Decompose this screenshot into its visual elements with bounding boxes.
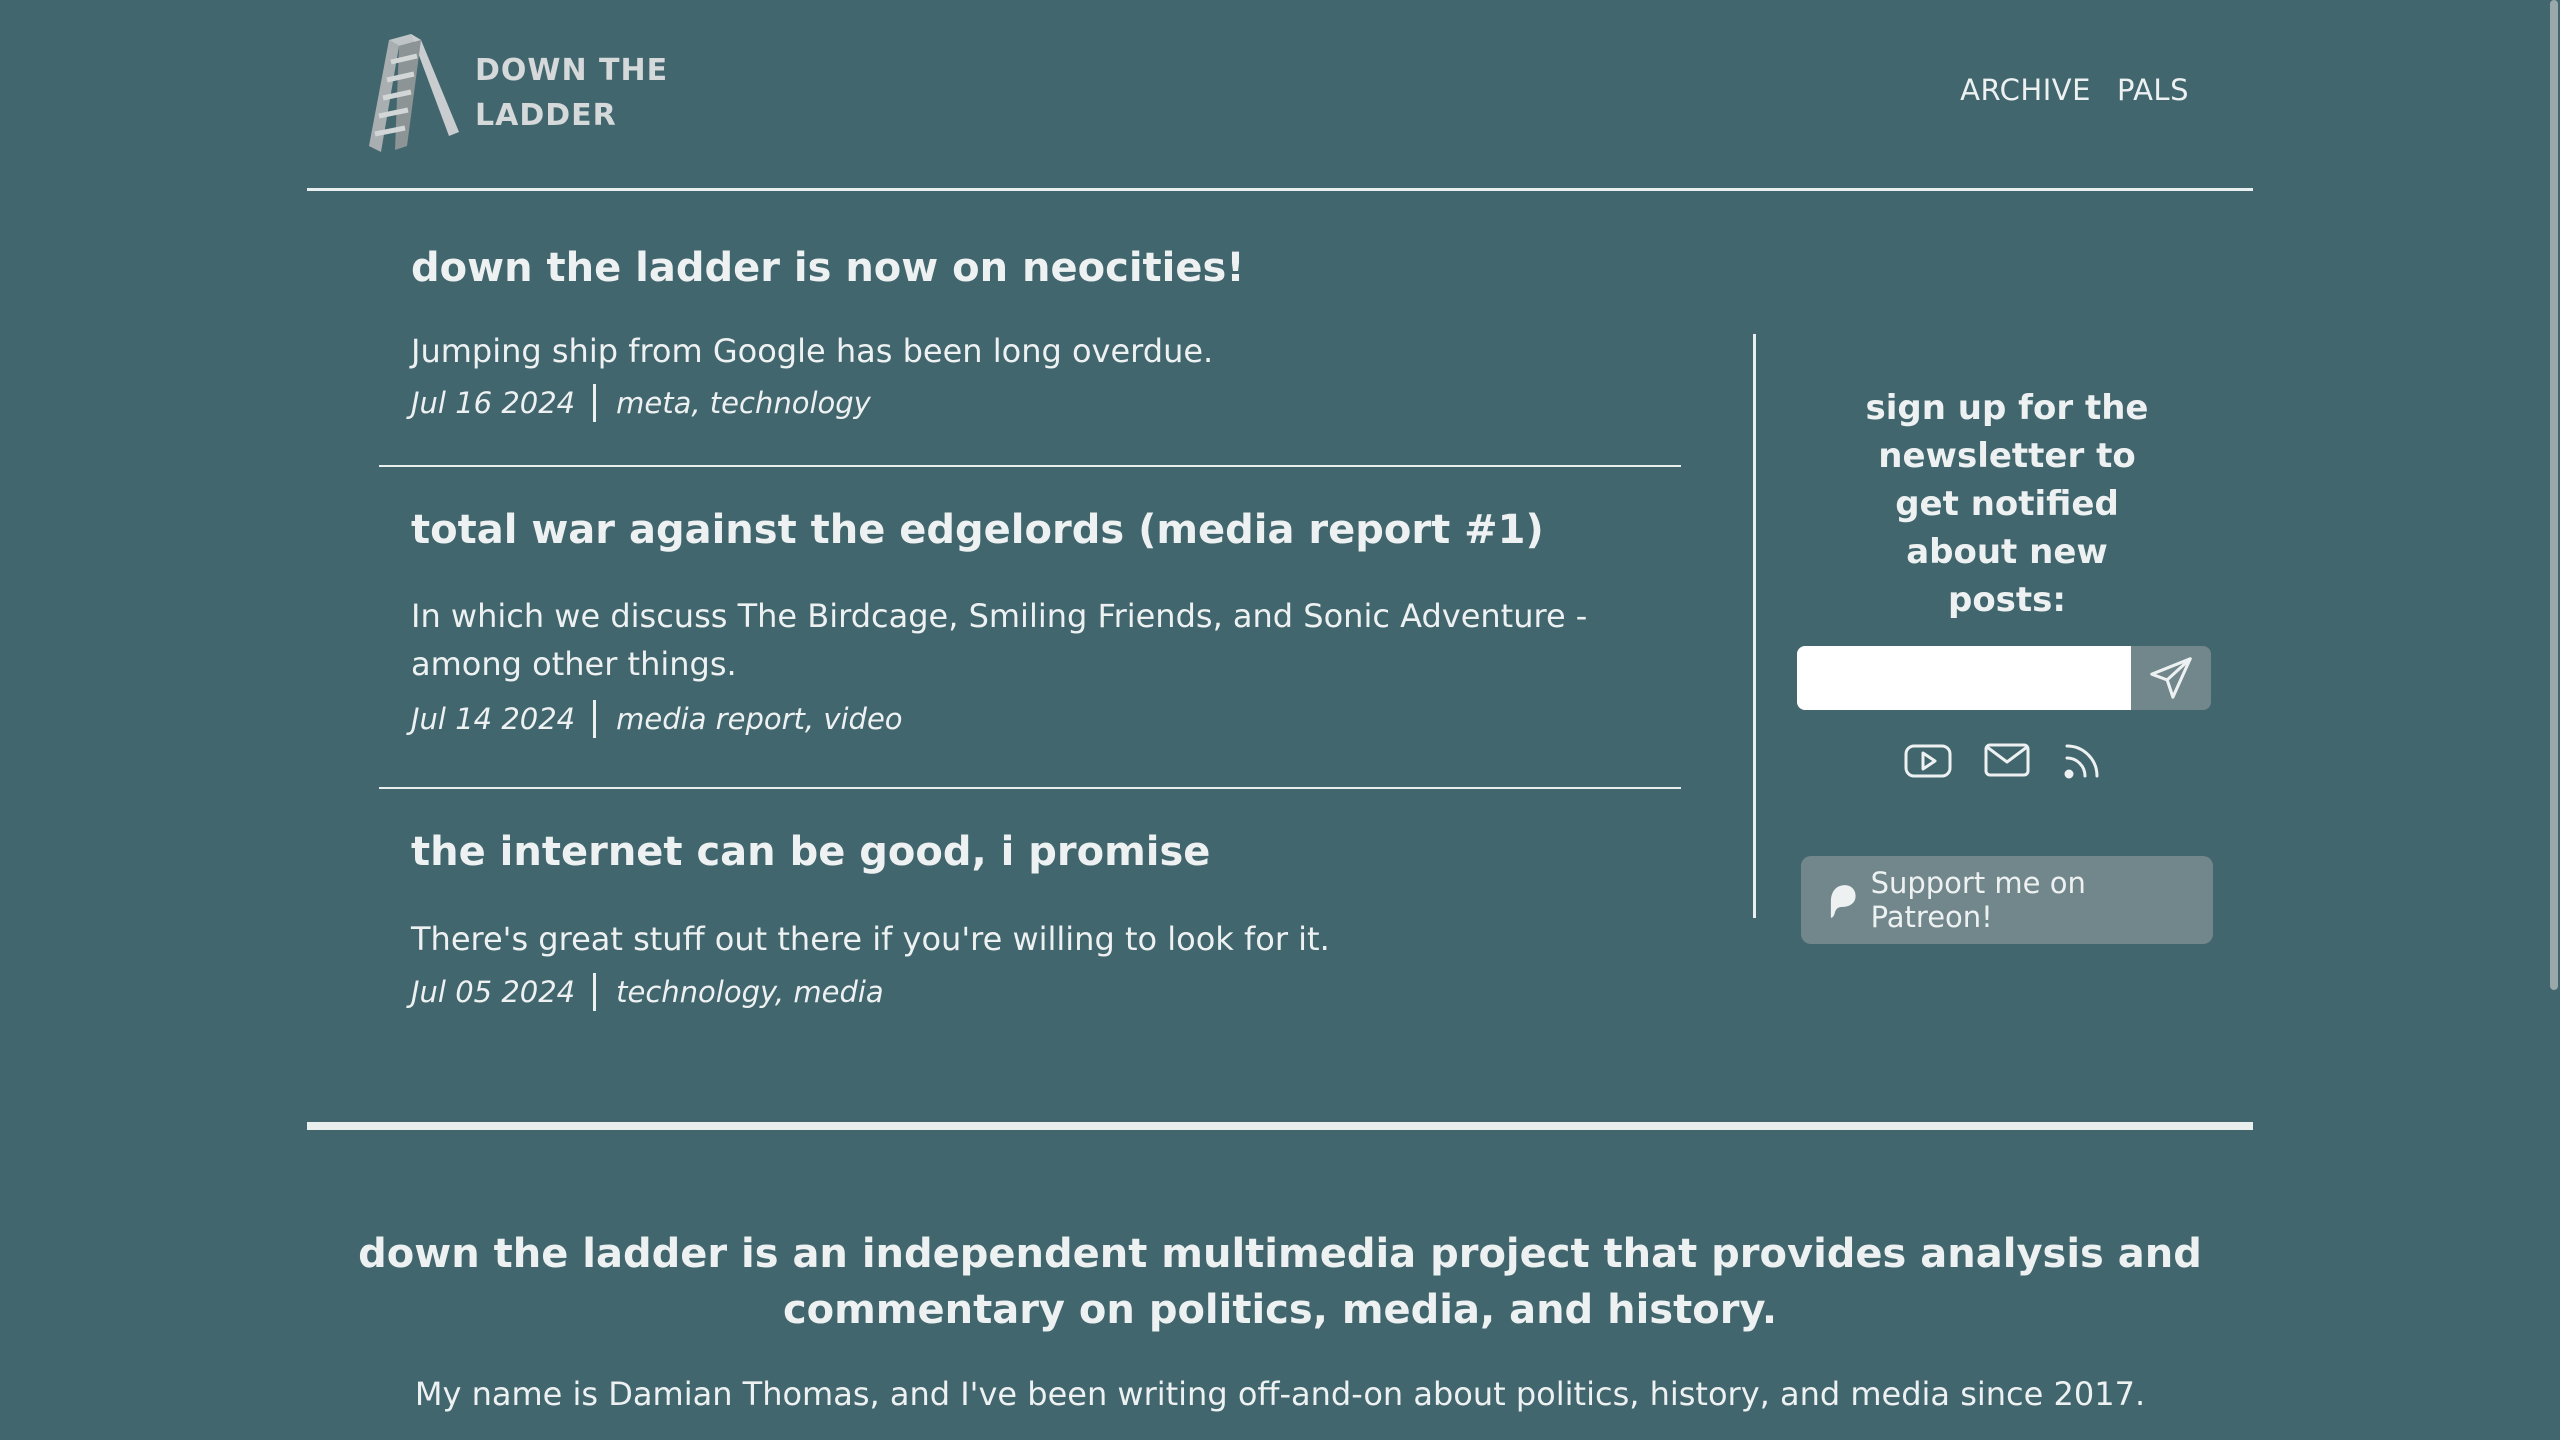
rss-link[interactable] — [2061, 740, 2103, 786]
post-summary: There's great stuff out there if you're … — [411, 920, 1330, 958]
post-summary: In which we discuss The Birdcage, Smilin… — [411, 597, 1588, 683]
newsletter-heading: sign up for the newsletter to get notifi… — [1865, 388, 2149, 620]
nav-pals-link[interactable]: PALS — [2117, 73, 2189, 107]
post-date: Jul 16 2024 — [411, 386, 576, 420]
site-header: DOWN THE LADDER ARCHIVE PALS — [307, 0, 2253, 191]
main-nav: ARCHIVE PALS — [1960, 73, 2189, 107]
meta-divider — [593, 384, 597, 422]
newsletter-form — [1797, 646, 2211, 710]
scrollbar[interactable] — [2548, 0, 2560, 1440]
patreon-icon — [1830, 885, 1856, 918]
scrollbar-thumb[interactable] — [2550, 0, 2558, 990]
post-tags[interactable]: meta, technology — [616, 383, 871, 423]
patreon-label: Support me on Patreon! — [1870, 866, 2086, 934]
post-tags[interactable]: media report, video — [616, 699, 902, 739]
about-heading: down the ladder is an independent multim… — [358, 1231, 2202, 1333]
ladder-icon — [369, 34, 459, 152]
page: DOWN THE LADDER ARCHIVE PALS down the la… — [307, 0, 2253, 1440]
meta-divider — [593, 700, 597, 738]
nav-archive-link[interactable]: ARCHIVE — [1960, 73, 2091, 107]
post-tags[interactable]: technology, media — [616, 972, 884, 1012]
youtube-link[interactable] — [1903, 740, 1953, 786]
logo-text: DOWN THE LADDER — [475, 53, 669, 133]
about-text: My name is Damian Thomas, and I've been … — [414, 1375, 2146, 1413]
post-title-link[interactable]: down the ladder is now on neocities! — [411, 245, 1245, 291]
mail-icon — [1984, 743, 2030, 777]
post-item: down the ladder is now on neocities! Jum… — [379, 191, 1681, 465]
post-meta: Jul 14 2024 media report, video — [411, 699, 903, 739]
social-links — [1797, 740, 2217, 786]
post-date: Jul 05 2024 — [411, 975, 576, 1009]
rss-icon — [2064, 744, 2099, 779]
post-meta: Jul 05 2024 technology, media — [411, 972, 884, 1012]
sidebar-divider — [1753, 334, 1756, 918]
post-title-link[interactable]: the internet can be good, i promise — [411, 829, 1210, 875]
meta-divider — [593, 973, 597, 1011]
youtube-icon — [1904, 744, 1952, 778]
post-summary: Jumping ship from Google has been long o… — [411, 332, 1214, 370]
sidebar: sign up for the newsletter to get notifi… — [1797, 384, 2217, 944]
email-link[interactable] — [1983, 740, 2031, 786]
footer-divider — [307, 1122, 2253, 1130]
post-date: Jul 14 2024 — [411, 702, 576, 736]
post-title-link[interactable]: total war against the edgelords (media r… — [411, 507, 1544, 553]
send-icon — [2150, 657, 2192, 699]
patreon-button[interactable]: Support me on Patreon! — [1801, 856, 2213, 944]
site-logo[interactable]: DOWN THE LADDER — [361, 32, 675, 154]
post-meta: Jul 16 2024 meta, technology — [411, 383, 871, 423]
newsletter-email-input[interactable] — [1797, 646, 2131, 710]
post-list: down the ladder is now on neocities! Jum… — [379, 191, 1681, 1061]
newsletter-submit-button[interactable] — [2131, 646, 2211, 710]
post-item: total war against the edgelords (media r… — [379, 465, 1681, 787]
post-item: the internet can be good, i promise Ther… — [379, 787, 1681, 1061]
